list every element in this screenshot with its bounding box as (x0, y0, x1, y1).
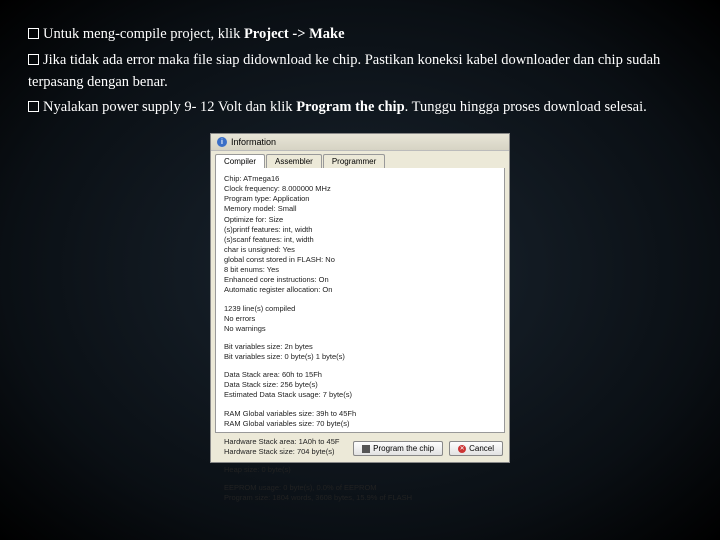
info-block-5: RAM Global variables size: 39h to 45Fh R… (224, 409, 496, 429)
info-icon: i (217, 137, 227, 147)
tab-assembler[interactable]: Assembler (266, 154, 322, 168)
info-block-2: 1239 line(s) compiled No errors No warni… (224, 304, 496, 334)
bullet-3-text: Nyalakan power supply 9- 12 Volt dan kli… (43, 99, 296, 115)
square-bullet-icon (28, 101, 39, 112)
chip-icon (362, 445, 370, 453)
tab-compiler[interactable]: Compiler (215, 154, 265, 168)
square-bullet-icon (28, 28, 39, 39)
information-dialog: i Information Compiler Assembler Program… (210, 133, 510, 463)
dialog-container: i Information Compiler Assembler Program… (28, 133, 692, 463)
info-block-8: EEPROM usage: 0 byte(s), 0.0% of EEPROM … (224, 483, 496, 503)
program-button-label: Program the chip (373, 444, 434, 453)
bullet-1-text: Untuk meng-compile project, klik (43, 26, 244, 42)
info-block-4: Data Stack area: 60h to 15Fh Data Stack … (224, 370, 496, 400)
bullet-list: Untuk meng-compile project, klik Project… (28, 24, 692, 119)
info-block-1: Chip: ATmega16 Clock frequency: 8.000000… (224, 174, 496, 296)
square-bullet-icon (28, 54, 39, 65)
dialog-titlebar: i Information (211, 134, 509, 151)
info-block-7: Heap size: 0 byte(s) (224, 465, 496, 475)
bullet-3: Nyalakan power supply 9- 12 Volt dan kli… (28, 97, 692, 119)
compiler-output: Chip: ATmega16 Clock frequency: 8.000000… (215, 168, 505, 433)
tab-strip: Compiler Assembler Programmer (211, 151, 509, 168)
tab-programmer[interactable]: Programmer (323, 154, 385, 168)
bullet-1: Untuk meng-compile project, klik Project… (28, 24, 692, 46)
cancel-button[interactable]: ✕ Cancel (449, 441, 503, 456)
program-chip-button[interactable]: Program the chip (353, 441, 443, 456)
bullet-2-text: Jika tidak ada error maka file siap dido… (28, 52, 660, 90)
bullet-2: Jika tidak ada error maka file siap dido… (28, 50, 692, 94)
info-block-3: Bit variables size: 2n bytes Bit variabl… (224, 342, 496, 362)
dialog-title-text: Information (231, 137, 276, 147)
bullet-3-bold: Program the chip (296, 99, 404, 115)
bullet-1-bold: Project -> Make (244, 26, 345, 42)
cancel-button-label: Cancel (469, 444, 494, 453)
bullet-3-tail: . Tunggu hingga proses download selesai. (405, 99, 647, 115)
close-icon: ✕ (458, 445, 466, 453)
